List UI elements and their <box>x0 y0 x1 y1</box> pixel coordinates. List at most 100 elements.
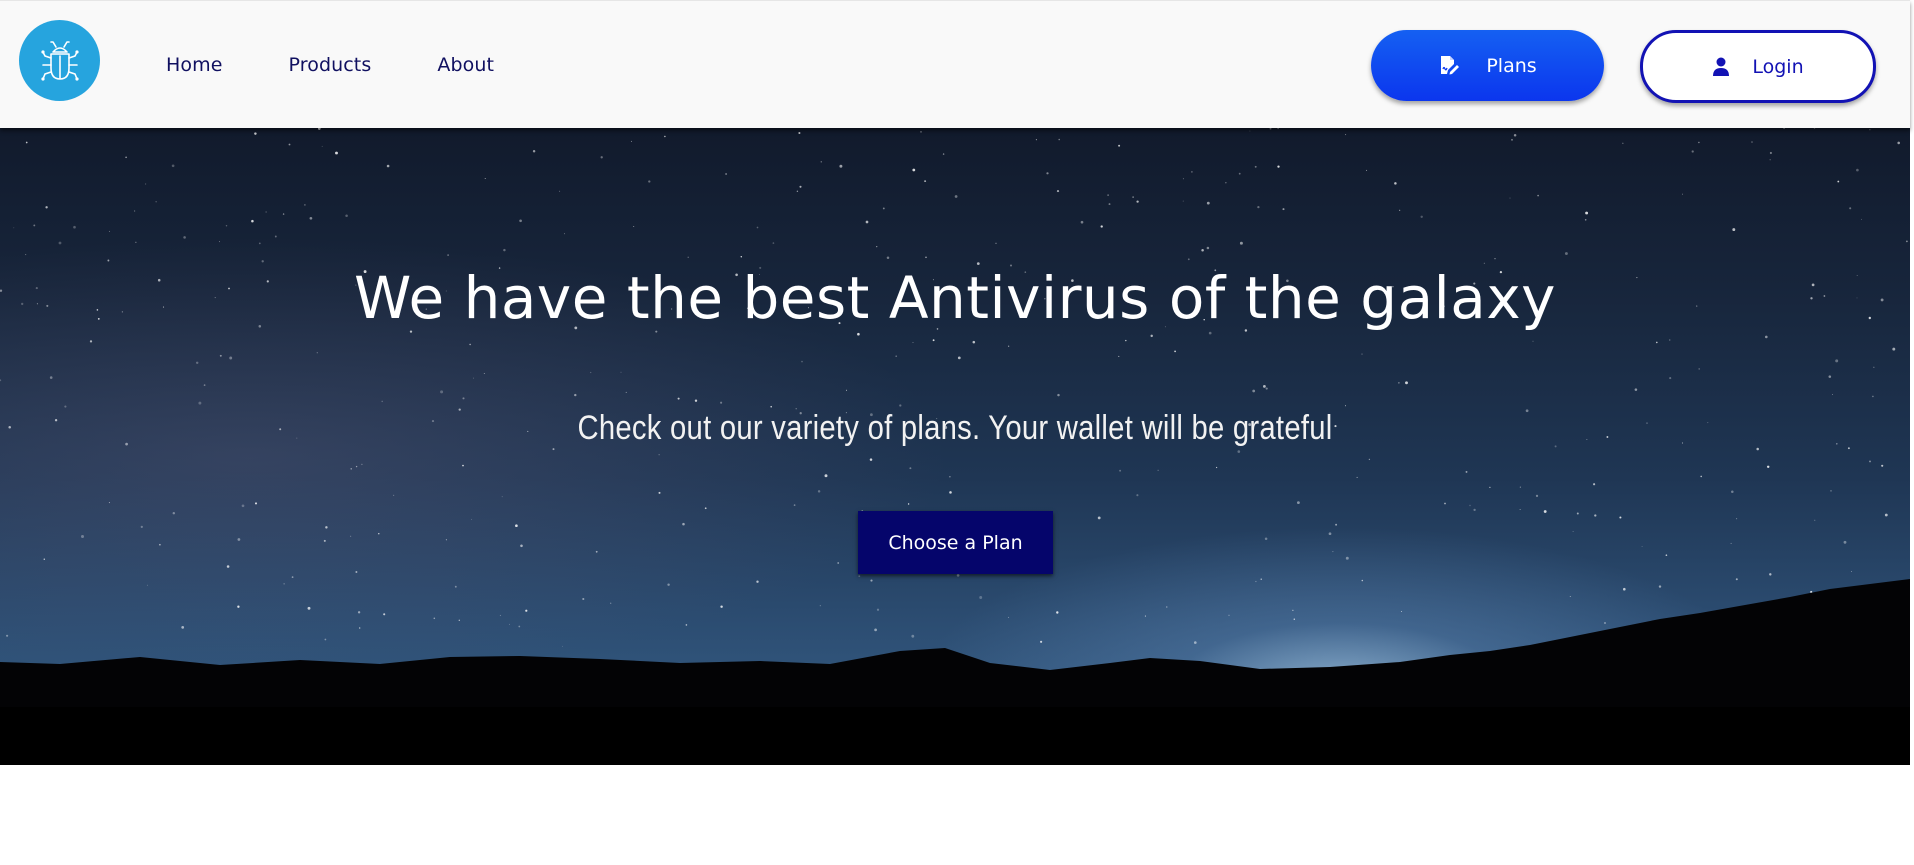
star <box>1576 512 1579 515</box>
nav-products-link[interactable]: Products <box>289 54 372 76</box>
star <box>912 168 916 172</box>
star <box>1698 141 1700 144</box>
star <box>265 211 267 213</box>
star <box>1193 641 1197 644</box>
star <box>335 151 338 155</box>
star <box>323 539 326 542</box>
star <box>378 533 380 535</box>
star <box>471 518 473 520</box>
star <box>920 131 922 133</box>
star <box>1851 571 1852 572</box>
star <box>564 233 565 235</box>
star <box>359 627 361 629</box>
star <box>447 254 449 256</box>
star <box>1465 470 1468 473</box>
star <box>995 242 997 244</box>
star <box>1906 240 1908 243</box>
star <box>125 156 127 159</box>
star <box>350 535 352 537</box>
star <box>1444 502 1446 505</box>
star <box>1191 171 1193 173</box>
star <box>1814 519 1816 521</box>
star <box>1572 530 1574 532</box>
star <box>1769 159 1771 161</box>
star <box>1187 258 1190 261</box>
star <box>64 405 67 408</box>
nav-about-link[interactable]: About <box>437 54 494 76</box>
logo[interactable] <box>19 20 100 101</box>
star <box>237 538 241 541</box>
star <box>1736 518 1738 520</box>
star <box>1669 339 1671 341</box>
nav-home-link[interactable]: Home <box>166 54 223 76</box>
star <box>1119 469 1122 472</box>
star <box>1730 542 1732 544</box>
star <box>229 356 233 360</box>
star <box>772 242 775 244</box>
star <box>1732 228 1736 232</box>
star <box>1532 340 1534 342</box>
star <box>324 638 327 641</box>
star <box>1100 225 1103 228</box>
star <box>819 605 821 607</box>
star <box>8 426 11 429</box>
star <box>155 201 157 203</box>
star <box>720 401 723 404</box>
star <box>383 613 386 616</box>
star <box>519 219 522 223</box>
star <box>846 389 847 391</box>
star <box>219 354 222 357</box>
star <box>1328 532 1332 536</box>
star <box>1107 194 1109 196</box>
star <box>1869 129 1871 131</box>
star <box>226 565 230 568</box>
star <box>1132 196 1134 198</box>
login-button[interactable]: Login <box>1640 30 1876 103</box>
star <box>1237 450 1241 453</box>
star <box>1118 355 1120 357</box>
star <box>1698 368 1700 370</box>
star <box>793 504 796 506</box>
star <box>1257 205 1260 209</box>
star <box>1174 350 1177 353</box>
star <box>740 256 743 258</box>
star <box>288 143 291 146</box>
star <box>796 190 799 192</box>
star <box>283 583 285 585</box>
star <box>108 502 110 504</box>
star <box>392 494 395 497</box>
star <box>345 214 348 217</box>
star <box>1835 359 1839 363</box>
star <box>756 226 759 229</box>
choose-plan-button[interactable]: Choose a Plan <box>858 511 1053 574</box>
star <box>1296 501 1300 505</box>
star <box>316 352 318 354</box>
plans-button[interactable]: Plans <box>1371 30 1604 101</box>
star <box>658 454 660 456</box>
star <box>1182 178 1184 180</box>
star <box>532 149 536 153</box>
star <box>1681 193 1684 195</box>
star <box>440 390 444 394</box>
star <box>911 634 915 638</box>
star <box>1837 180 1840 183</box>
star <box>1238 172 1241 175</box>
star <box>1836 443 1838 445</box>
star <box>1206 201 1210 205</box>
star <box>1832 394 1834 395</box>
star <box>869 458 873 461</box>
star <box>1263 385 1266 388</box>
star <box>1398 382 1400 384</box>
star <box>1873 366 1875 368</box>
star <box>1473 508 1476 512</box>
star <box>590 371 592 374</box>
star <box>1594 514 1597 517</box>
star <box>1535 494 1539 498</box>
star <box>1208 331 1212 335</box>
star <box>956 573 960 577</box>
star <box>1769 151 1772 155</box>
star <box>107 259 110 262</box>
star <box>664 135 666 138</box>
star <box>1401 611 1402 612</box>
star <box>291 576 294 578</box>
